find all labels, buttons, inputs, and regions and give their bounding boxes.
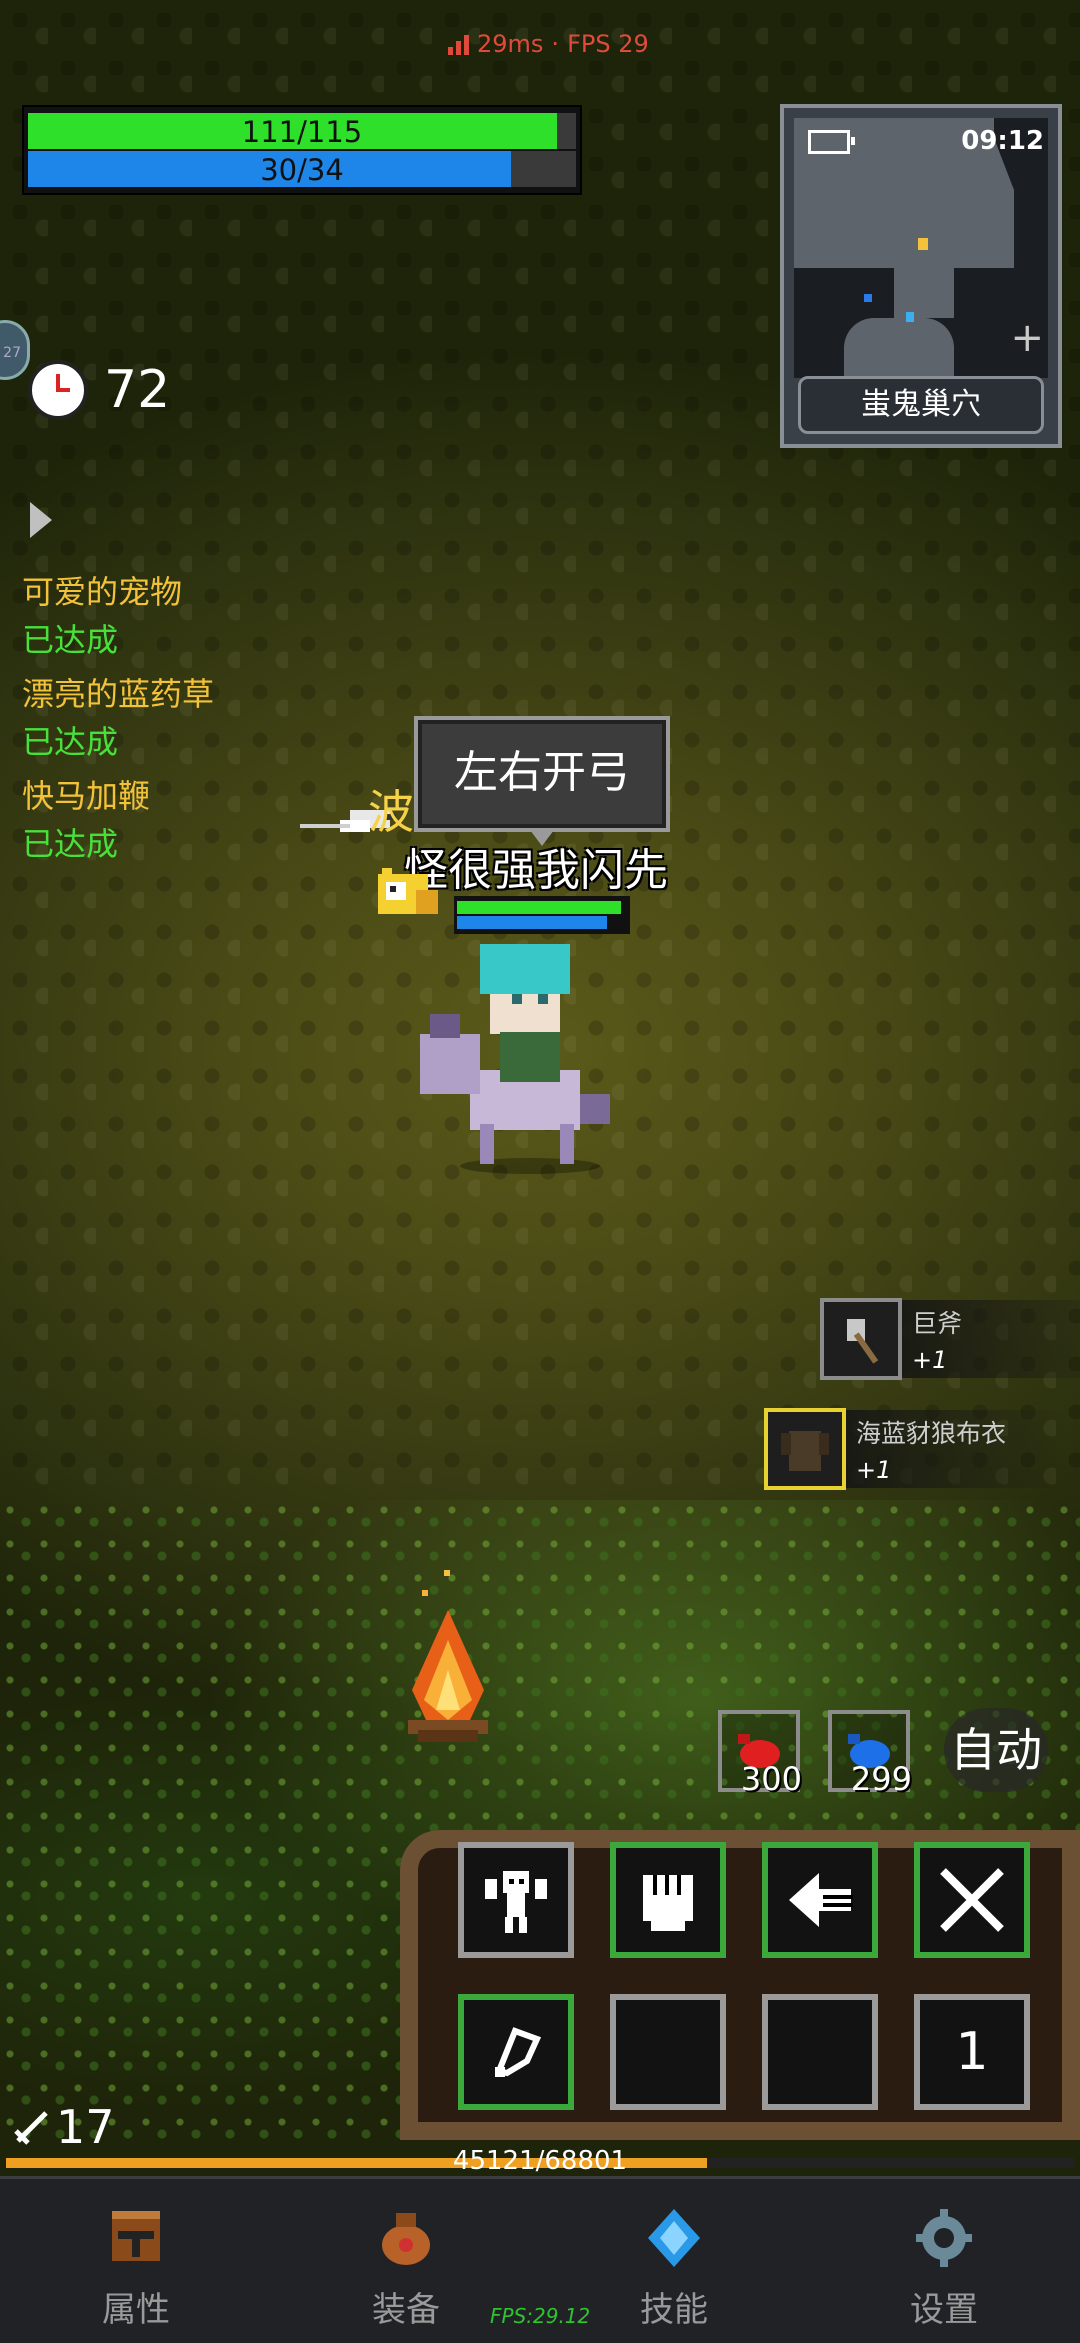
player-horse-sprite xyxy=(420,944,610,1174)
quest-status: 已达成 xyxy=(22,825,119,863)
player-mini-bars xyxy=(454,896,630,934)
timer-value: 72 xyxy=(104,360,171,420)
sword-icon xyxy=(14,2111,48,2145)
hp-potion-button[interactable]: 300 xyxy=(718,1710,802,1798)
plus-icon[interactable]: + xyxy=(1010,318,1044,358)
fox-pet-sprite xyxy=(378,868,438,914)
hp-bar: 111/115 xyxy=(28,113,576,149)
player-status-bars: 111/115 30/34 xyxy=(22,105,582,195)
fist-skill-icon[interactable] xyxy=(610,1842,726,1958)
player-marker xyxy=(918,238,928,250)
gear-icon xyxy=(916,2209,972,2267)
clock-time: 09:12 xyxy=(961,126,1044,156)
separator: · xyxy=(551,30,560,58)
minimap[interactable]: 09:12 + 蚩鬼巢穴 xyxy=(780,104,1062,448)
auto-button[interactable]: 自动 xyxy=(944,1708,1048,1792)
dual-swords-skill-icon[interactable] xyxy=(914,1842,1030,1958)
location-name: 蚩鬼巢穴 xyxy=(798,376,1044,434)
loot-item[interactable]: 海蓝豺狼布衣 +1 xyxy=(764,1408,1066,1490)
item-marker xyxy=(906,312,914,322)
quest-status: 已达成 xyxy=(22,723,119,761)
nav-equipment[interactable]: 装备 xyxy=(336,2207,476,2331)
pet-name: 波 xyxy=(368,785,414,839)
nav-label: 属性 xyxy=(102,2290,170,2330)
timer: 72 xyxy=(28,360,170,420)
loot-level: +1 xyxy=(856,1456,892,1484)
pet-marker xyxy=(864,294,872,302)
bag-icon xyxy=(382,2213,430,2265)
speech-bubble: 左右开弓 xyxy=(414,716,670,846)
nav-attributes[interactable]: 属性 xyxy=(66,2207,206,2331)
nav-label: 技能 xyxy=(640,2290,708,2330)
hp-potion-count: 300 xyxy=(740,1760,802,1798)
dash-arrow-skill-icon[interactable] xyxy=(762,1842,878,1958)
empty-skill-slot[interactable] xyxy=(762,1994,878,2110)
hp-text: 111/115 xyxy=(241,115,363,149)
expand-triangle-icon[interactable] xyxy=(30,502,52,538)
nav-settings[interactable]: 设置 xyxy=(874,2207,1014,2331)
loot-item[interactable]: 巨斧 +1 xyxy=(820,1298,1080,1380)
network-status: 29ms · FPS 29 xyxy=(448,30,649,58)
loot-name: 巨斧 xyxy=(912,1309,963,1338)
loot-level: +1 xyxy=(912,1346,948,1374)
mp-bar: 30/34 xyxy=(28,151,576,187)
signal-icon xyxy=(448,33,469,55)
alarm-clock-icon xyxy=(28,360,88,420)
nav-label: 设置 xyxy=(910,2290,978,2330)
loot-name: 海蓝豺狼布衣 xyxy=(856,1419,1007,1448)
skill-page-button[interactable]: 1 xyxy=(914,1994,1030,2110)
nav-label: 装备 xyxy=(372,2290,440,2330)
skill-page-number: 1 xyxy=(955,2022,989,2082)
quest-status: 已达成 xyxy=(22,621,119,659)
ping-text: 29ms xyxy=(477,30,544,58)
cast-skill-icon[interactable] xyxy=(458,1994,574,2110)
nav-skills[interactable]: 技能 xyxy=(604,2207,744,2331)
quest-title: 可爱的宠物 xyxy=(22,573,183,611)
mp-potion-count: 299 xyxy=(850,1760,912,1798)
crystal-icon xyxy=(648,2209,700,2267)
quest-title: 漂亮的蓝药草 xyxy=(22,675,215,713)
fps-readout: FPS:29.12 xyxy=(490,2304,591,2328)
quest-list: 可爱的宠物 已达成 漂亮的蓝药草 已达成 快马加鞭 已达成 xyxy=(22,568,214,874)
quest-title: 快马加鞭 xyxy=(22,777,151,815)
empty-skill-slot[interactable] xyxy=(610,1994,726,2110)
mp-potion-button[interactable]: 299 xyxy=(828,1710,912,1798)
mp-text: 30/34 xyxy=(260,153,344,187)
campfire xyxy=(408,1570,488,1742)
axe-icon xyxy=(820,1298,902,1380)
xp-text: 45121/68801 xyxy=(452,2146,628,2176)
helmet-icon xyxy=(112,2211,160,2261)
cloth-armor-icon xyxy=(764,1408,846,1490)
battery-icon xyxy=(808,130,855,154)
rage-skill-icon[interactable] xyxy=(458,1842,574,1958)
fps-text: FPS 29 xyxy=(567,30,649,58)
